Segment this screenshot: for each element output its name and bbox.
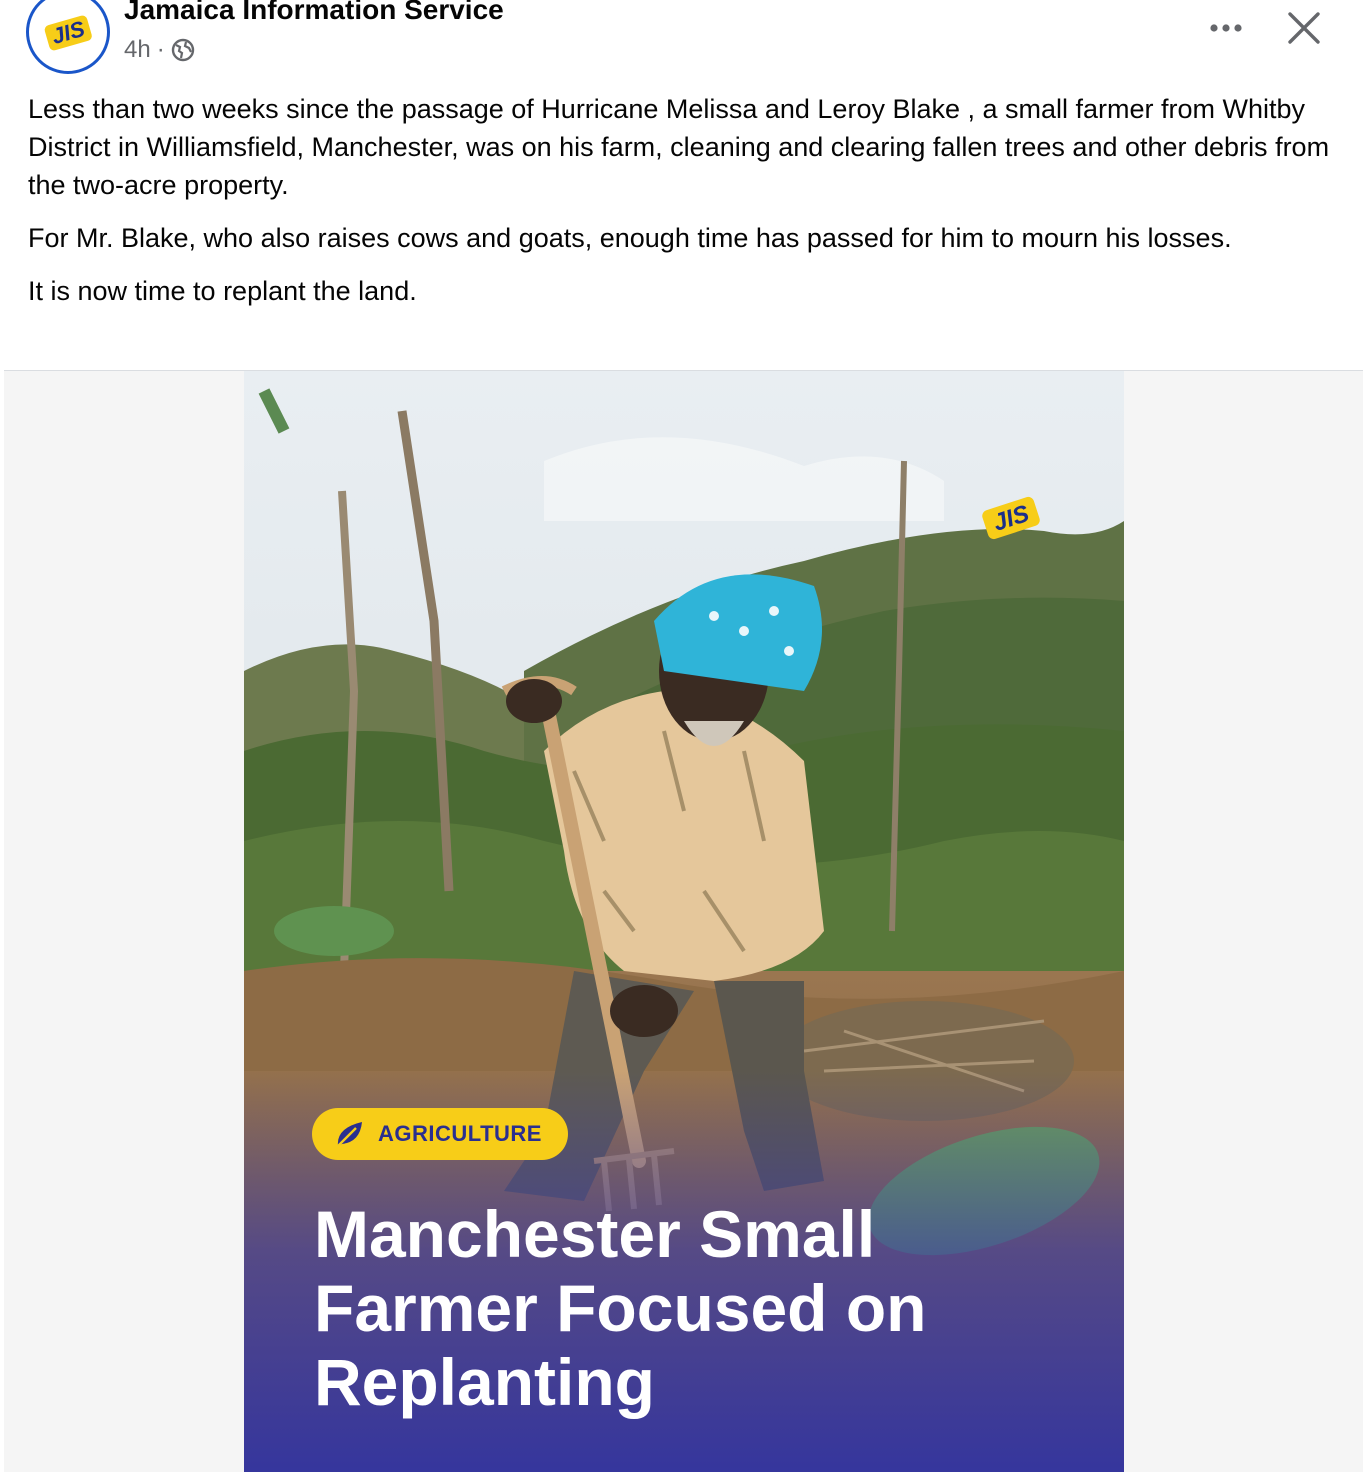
leaf-icon [337, 1122, 362, 1147]
post-paragraph: For Mr. Blake, who also raises cows and … [28, 223, 1232, 253]
category-label: AGRICULTURE [378, 1121, 542, 1146]
close-icon [1288, 12, 1320, 44]
page-avatar[interactable]: JIS [26, 0, 110, 74]
headline-line: Manchester Small [314, 1197, 876, 1271]
headline-line: Farmer Focused on [314, 1271, 927, 1345]
post-meta: 4h · [124, 36, 195, 64]
page-name-link[interactable]: Jamaica Information Service [124, 0, 504, 26]
jis-logo-icon: JIS [44, 15, 92, 51]
jis-watermark-logo: JIS [982, 496, 1040, 540]
svg-text:JIS: JIS [49, 16, 88, 49]
post-image[interactable]: JIS AGRICULTURE Manchester Small Farmer … [244, 371, 1124, 1472]
globe-icon[interactable] [171, 38, 195, 62]
image-headline: Manchester Small Farmer Focused on Repla… [314, 1197, 1074, 1419]
category-badge: AGRICULTURE [312, 1108, 568, 1160]
meta-separator: · [156, 36, 165, 63]
close-button[interactable] [1278, 2, 1330, 54]
post-timestamp[interactable]: 4h [124, 36, 151, 64]
post-paragraph: Less than two weeks since the passage of… [28, 94, 1330, 200]
more-options-button[interactable] [1204, 6, 1248, 50]
post-paragraph: It is now time to replant the land. [28, 276, 417, 306]
post-message: Less than two weeks since the passage of… [28, 90, 1338, 325]
facebook-post: JIS Jamaica Information Service 4h · Les… [0, 0, 1363, 1472]
headline-line: Replanting [314, 1345, 655, 1419]
more-options-icon [1210, 24, 1242, 32]
